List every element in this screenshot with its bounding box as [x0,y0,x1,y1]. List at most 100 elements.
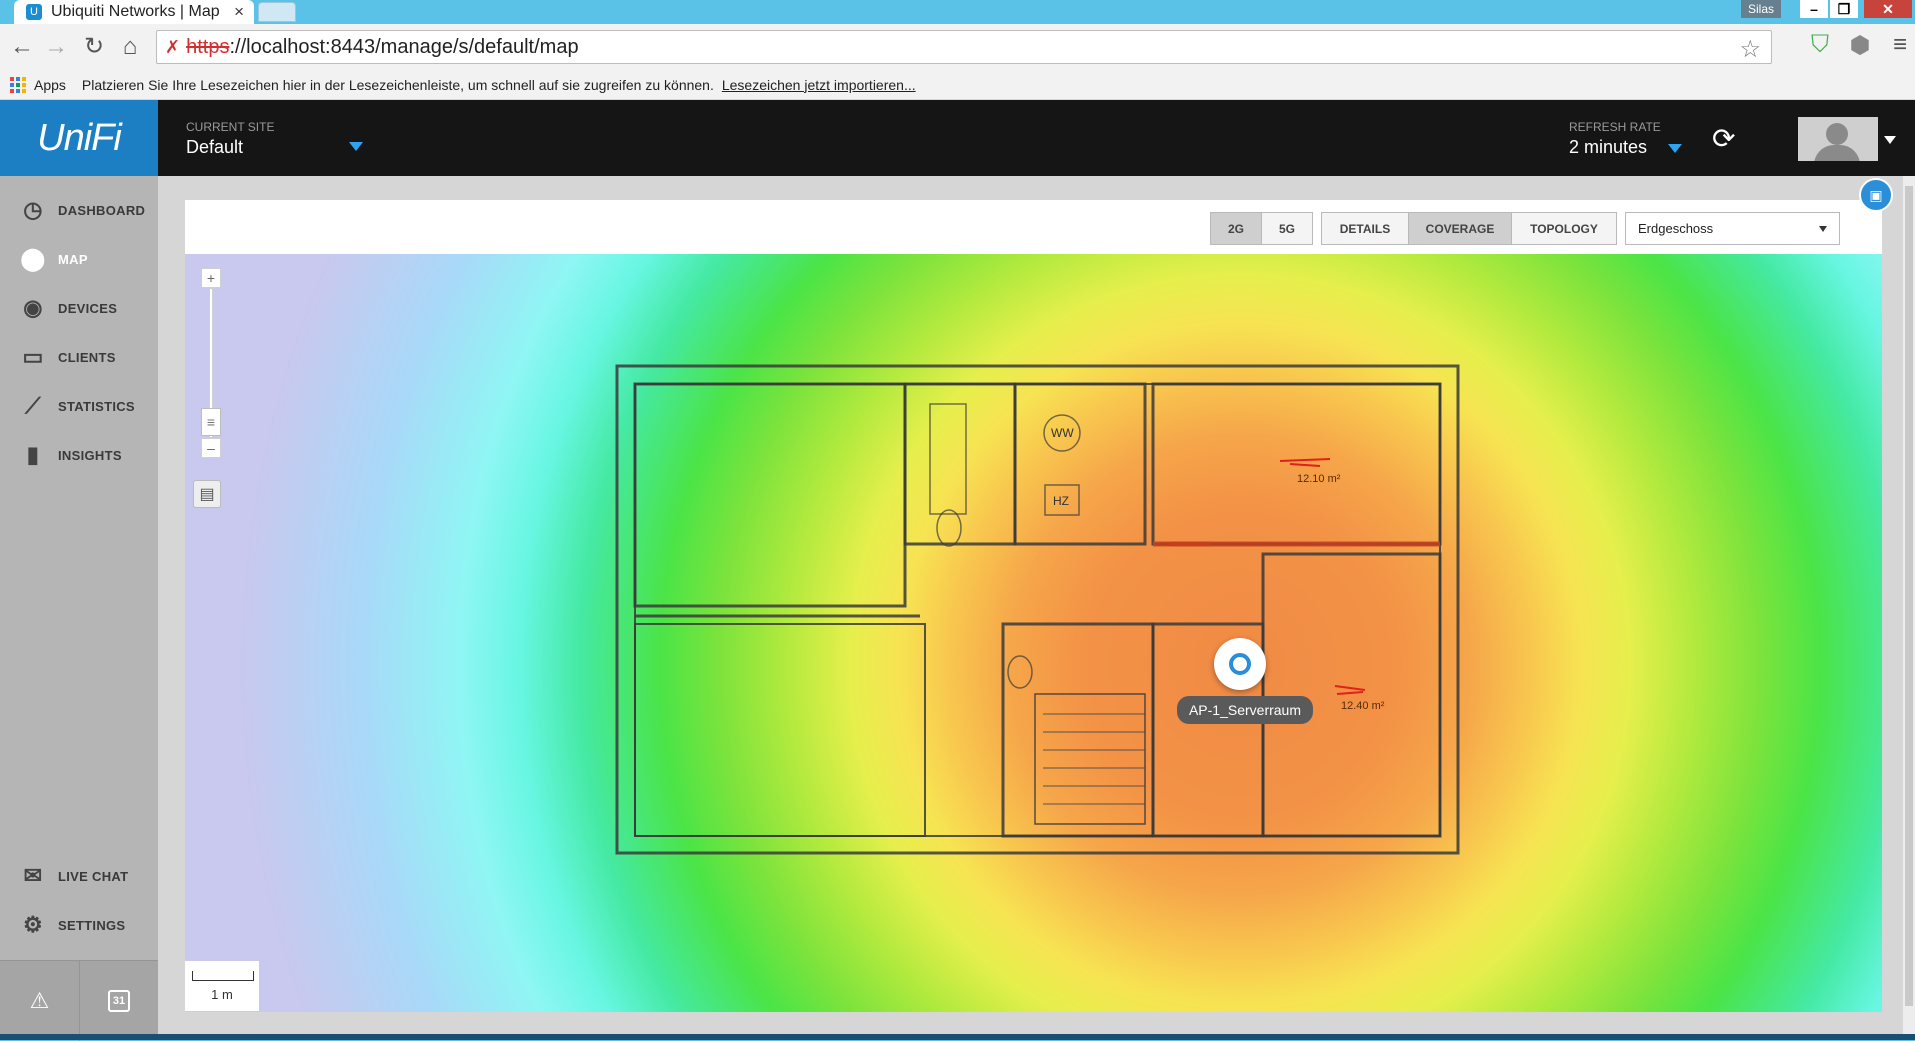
room-label: HZ [1053,494,1069,508]
main-content: 2G 5G DETAILS COVERAGE TOPOLOGY Erdgesch… [158,176,1915,1040]
menu-icon[interactable]: ≡ [1886,31,1914,59]
zoom-in-button[interactable]: + [201,268,221,288]
bookmarks-hint: Platzieren Sie Ihre Lesezeichen hier in … [81,76,714,93]
apps-grid-icon[interactable] [10,76,26,93]
layers-icon[interactable]: ▤ [193,480,221,508]
restore-icon[interactable]: ❐ [1830,0,1858,18]
coverage-heatmap[interactable]: WW HZ 12.10 m² 12.40 m² + ≡ – ▤ AP-1_Ser… [185,254,1882,1012]
forward-arrow-icon[interactable]: → [42,34,70,60]
browser-titlebar: U Ubiquiti Networks | Map × Silas – ❐ ✕ [0,0,1915,24]
chevron-down-icon [1819,226,1827,232]
extension-icon[interactable]: ⬢ [1846,31,1874,60]
apps-link[interactable]: Apps [34,77,66,93]
page-scrollbar[interactable] [1903,176,1915,1040]
tab-title: Ubiquiti Networks | Map [51,3,220,20]
room-label: WW [1051,426,1074,440]
home-icon[interactable]: ⌂ [116,34,144,60]
sidebar-footer: ⚠ 31 [0,960,158,1041]
import-bookmarks-link[interactable]: Lesezeichen jetzt importieren... [722,77,916,93]
current-site-label: CURRENT SITE [186,120,275,134]
alerts-button[interactable]: ⚠ [0,961,79,1041]
refresh-icon[interactable]: ⟳ [1712,122,1735,155]
map-panel: 2G 5G DETAILS COVERAGE TOPOLOGY Erdgesch… [185,200,1882,1012]
map-pin-icon: ⬤ [20,246,46,271]
scribble-mark [1279,458,1331,467]
room-label: 12.40 m² [1341,700,1385,712]
current-site-value[interactable]: Default [186,137,243,158]
scale-label: 1 m [211,987,233,1002]
sidebar-item-settings[interactable]: ⚙ SETTINGS [0,905,158,945]
topology-button[interactable]: TOPOLOGY [1511,212,1617,245]
sidebar-item-dashboard[interactable]: ◷ DASHBOARD [0,190,158,230]
os-taskbar [0,1034,1915,1040]
floor-select[interactable]: Erdgeschoss [1625,212,1840,245]
devices-icon: ◉ [23,295,43,320]
insecure-lock-icon[interactable]: ✗ [165,37,180,58]
refresh-rate-label: REFRESH RATE [1569,120,1661,134]
room-label: 12.10 m² [1297,473,1341,485]
sidebar-item-live-chat[interactable]: ✉ LIVE CHAT [0,856,158,896]
unifi-favicon-icon: U [26,4,42,20]
refresh-rate-value[interactable]: 2 minutes [1569,137,1647,158]
dashboard-icon: ◷ [23,197,43,222]
unifi-logo[interactable]: UniFi [0,100,158,176]
zoom-slider-handle[interactable]: ≡ [201,408,221,436]
map-toolbar: 2G 5G DETAILS COVERAGE TOPOLOGY Erdgesch… [185,200,1882,254]
sidebar-item-label: CLIENTS [58,349,116,365]
warning-icon: ⚠ [29,988,50,1013]
laptop-icon: ▭ [22,344,44,369]
back-arrow-icon[interactable]: ← [8,34,36,60]
browser-navbar: ← → ↻ ⌂ ✗ https ://localhost:8443/manage… [0,24,1915,70]
sidebar-item-label: DASHBOARD [58,202,146,218]
access-point-marker[interactable] [1214,638,1266,690]
scribble-mark [1334,685,1366,695]
user-menu-caret-icon[interactable] [1884,136,1896,144]
close-window-icon[interactable]: ✕ [1864,0,1912,18]
sidebar-item-map[interactable]: ⬤ MAP [0,239,158,279]
sidebar-item-statistics[interactable]: ⟋ STATISTICS [0,386,158,426]
address-bar[interactable]: ✗ https ://localhost:8443/manage/s/defau… [156,30,1772,64]
bookmark-star-icon[interactable]: ☆ [1739,35,1761,64]
sidebar-item-label: INSIGHTS [58,447,122,463]
band-5g-button[interactable]: 5G [1261,212,1313,245]
browser-tab[interactable]: U Ubiquiti Networks | Map × [14,0,254,24]
access-point-label[interactable]: AP-1_Serverraum [1177,696,1313,724]
zoom-out-button[interactable]: – [201,438,221,458]
zoom-control: + ≡ – [201,268,221,458]
minimize-icon[interactable]: – [1800,0,1828,18]
events-button[interactable]: 31 [79,961,158,1041]
bar-chart-icon: ▮ [26,442,40,467]
ap-ring-icon [1229,653,1251,675]
map-scale: 1 m [185,961,259,1011]
sidebar-item-devices[interactable]: ◉ DEVICES [0,288,158,328]
sidebar-item-label: LIVE CHAT [58,868,129,884]
details-button[interactable]: DETAILS [1321,212,1409,245]
floor-select-value: Erdgeschoss [1638,221,1714,236]
bookmarks-bar: Apps Platzieren Sie Ihre Lesezeichen hie… [0,70,1915,100]
calendar-save-icon[interactable]: ▣ [1859,178,1893,212]
band-2g-button[interactable]: 2G [1210,212,1262,245]
tab-close-icon[interactable]: × [234,2,244,22]
site-dropdown-caret-icon[interactable] [349,142,363,151]
url-rest: ://localhost:8443/manage/s/default/map [229,35,579,58]
scrollbar-thumb[interactable] [1905,186,1913,1006]
sidebar-item-label: MAP [58,251,88,267]
new-tab-button[interactable] [258,2,296,22]
line-chart-icon: ⟋ [25,393,41,418]
user-avatar[interactable] [1798,117,1878,161]
sidebar-item-label: SETTINGS [58,917,126,933]
sidebar: ◷ DASHBOARD ⬤ MAP ◉ DEVICES ▭ CLIENTS ⟋ … [0,176,158,1040]
shield-extension-icon[interactable]: ⛉ [1806,31,1834,59]
calendar-icon: 31 [108,990,130,1012]
refresh-dropdown-caret-icon[interactable] [1668,144,1682,153]
reload-icon[interactable]: ↻ [80,34,108,60]
app-header: UniFi CURRENT SITE Default REFRESH RATE … [0,100,1915,176]
sidebar-item-insights[interactable]: ▮ INSIGHTS [0,435,158,475]
sidebar-item-label: STATISTICS [58,398,135,414]
coverage-button[interactable]: COVERAGE [1408,212,1512,245]
sidebar-item-clients[interactable]: ▭ CLIENTS [0,337,158,377]
scale-bar [192,971,254,981]
floor-plan: WW HZ 12.10 m² 12.40 m² [615,364,1460,855]
profile-badge[interactable]: Silas [1741,0,1781,18]
chat-icon: ✉ [23,863,43,888]
